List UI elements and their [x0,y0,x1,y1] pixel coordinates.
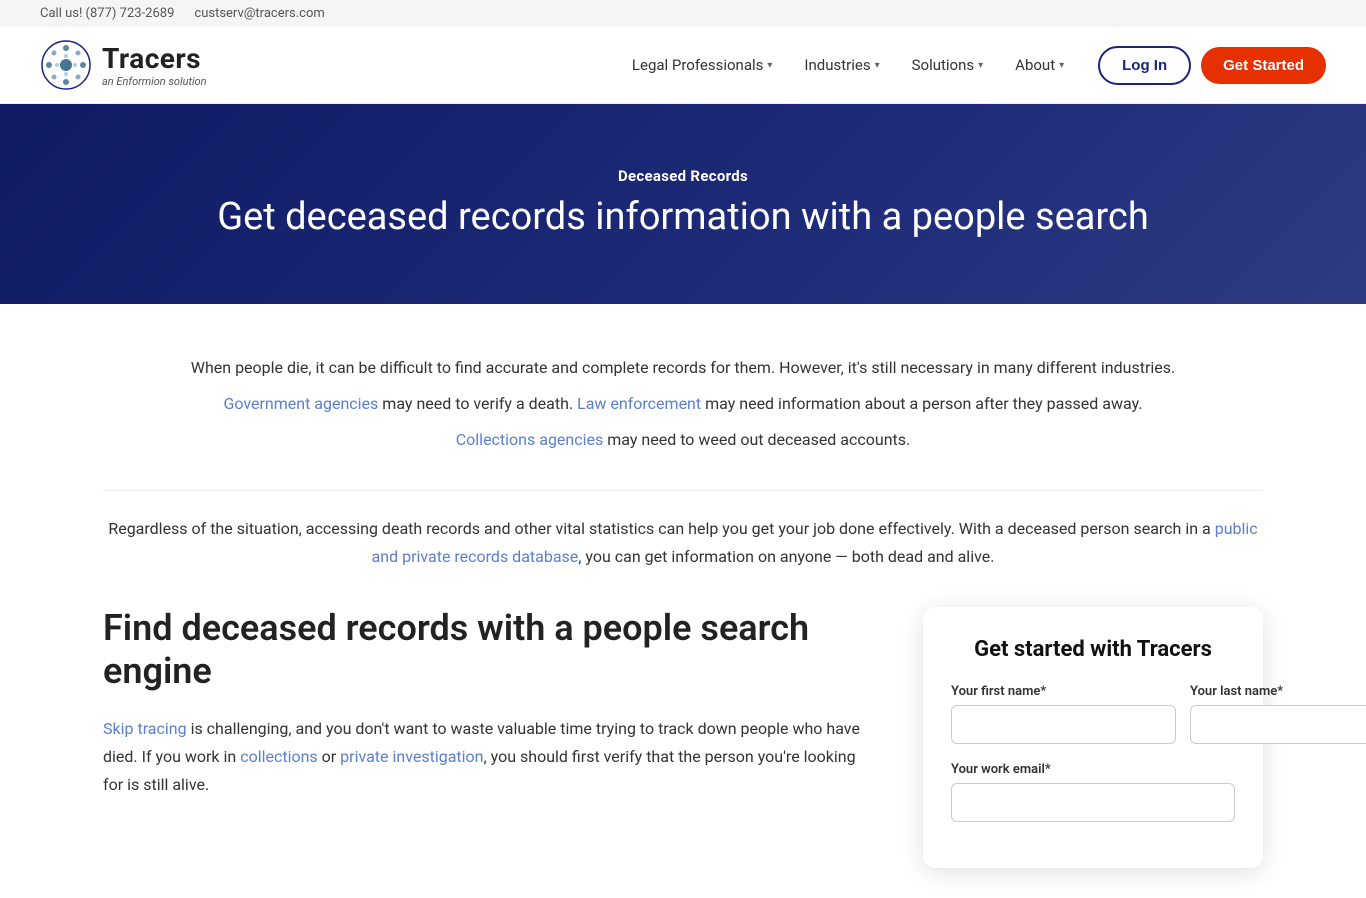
hero-label: Deceased Records [217,167,1149,185]
last-name-label: Your last name* [1190,684,1366,699]
name-row: Your first name* Your last name* [951,684,1235,744]
form-title: Get started with Tracers [951,637,1235,662]
phone-number: Call us! (877) 723-2689 [40,6,174,21]
link-private-investigation[interactable]: private investigation [340,747,483,766]
logo-sub: an Enformion solution [102,75,207,88]
content-left: Find deceased records with a people sear… [103,607,873,799]
chevron-down-icon: ▾ [767,60,772,71]
logo-text: Tracers an Enformion solution [102,42,207,88]
header: Tracers an Enformion solution Legal Prof… [0,27,1366,104]
main-nav: Legal Professionals ▾ Industries ▾ Solut… [618,46,1326,85]
main-content: When people die, it can be difficult to … [43,304,1323,898]
link-collections[interactable]: collections [240,747,317,766]
top-bar: Call us! (877) 723-2689 custserv@tracers… [0,0,1366,27]
intro-para1: When people die, it can be difficult to … [103,354,1263,382]
intro-section: When people die, it can be difficult to … [103,354,1263,454]
intro-para4: Regardless of the situation, accessing d… [103,515,1263,571]
get-started-button[interactable]: Get Started [1201,47,1326,84]
last-name-input[interactable] [1190,705,1366,744]
chevron-down-icon: ▾ [875,60,880,71]
nav-legal-professionals[interactable]: Legal Professionals ▾ [618,48,786,82]
nav-industries[interactable]: Industries ▾ [790,48,893,82]
first-name-input[interactable] [951,705,1176,744]
section-body: Skip tracing is challenging, and you don… [103,715,873,799]
email-label: Your work email* [951,762,1235,777]
first-name-group: Your first name* [951,684,1176,744]
link-law-enforcement[interactable]: Law enforcement [577,394,701,413]
hero-content: Deceased Records Get deceased records in… [217,167,1149,241]
login-button[interactable]: Log In [1098,46,1191,85]
intro-para3: Collections agencies may need to weed ou… [103,426,1263,454]
chevron-down-icon: ▾ [978,60,983,71]
email-input[interactable] [951,783,1235,822]
first-name-label: Your first name* [951,684,1176,699]
hero-title: Get deceased records information with a … [217,195,1149,241]
logo[interactable]: Tracers an Enformion solution [40,39,207,91]
last-name-group: Your last name* [1190,684,1366,744]
link-government-agencies[interactable]: Government agencies [223,394,378,413]
nav-buttons: Log In Get Started [1098,46,1326,85]
intro-para2: Government agencies may need to verify a… [103,390,1263,418]
email-link[interactable]: custserv@tracers.com [194,6,324,21]
link-collections-agencies[interactable]: Collections agencies [456,430,604,449]
link-skip-tracing[interactable]: Skip tracing [103,719,187,738]
email-group: Your work email* [951,762,1235,822]
content-row: Find deceased records with a people sear… [103,607,1263,868]
chevron-down-icon: ▾ [1059,60,1064,71]
divider [103,490,1263,491]
form-card-container: Get started with Tracers Your first name… [923,607,1263,868]
get-started-form: Get started with Tracers Your first name… [923,607,1263,868]
hero-section: Deceased Records Get deceased records in… [0,104,1366,304]
nav-about[interactable]: About ▾ [1001,48,1078,82]
logo-name: Tracers [102,42,207,75]
section-title: Find deceased records with a people sear… [103,607,873,693]
logo-icon [40,39,92,91]
nav-solutions[interactable]: Solutions ▾ [898,48,998,82]
email-row: Your work email* [951,762,1235,822]
